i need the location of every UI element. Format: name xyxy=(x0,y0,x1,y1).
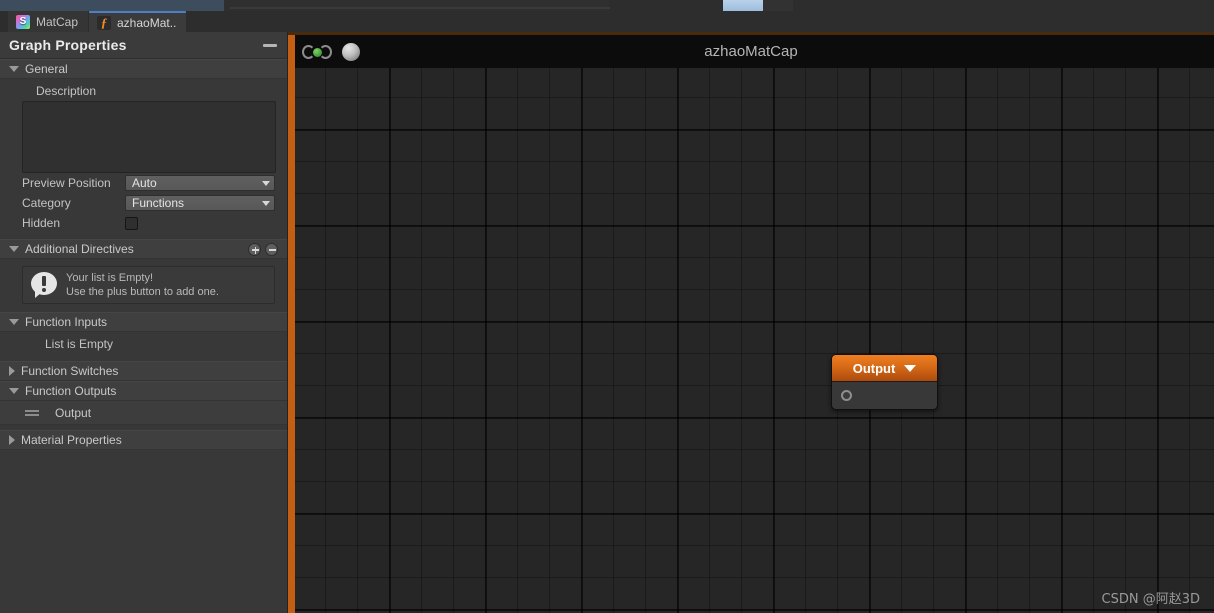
category-row: Category Functions xyxy=(0,193,287,213)
graph-title: azhaoMatCap xyxy=(704,43,798,60)
output-node-body xyxy=(832,382,937,409)
function-output-name: Output xyxy=(55,405,92,420)
warning-bubble-icon xyxy=(31,272,57,298)
output-node[interactable]: Output xyxy=(831,354,938,410)
plus-circle-icon[interactable] xyxy=(248,242,261,256)
background-tab-neighbor[interactable] xyxy=(763,0,793,11)
shadergraph-icon: S xyxy=(16,14,30,29)
description-label: Description xyxy=(36,84,97,98)
section-label-function-inputs: Function Inputs xyxy=(25,315,108,329)
canvas-top-accent-border xyxy=(288,32,1214,35)
preview-sphere-icon[interactable] xyxy=(342,42,360,61)
section-header-material-properties[interactable]: Material Properties xyxy=(0,430,287,450)
subgraph-fx-icon: ƒ xyxy=(97,15,111,30)
chevron-right-icon xyxy=(9,435,15,445)
strip-mid-region xyxy=(224,0,609,11)
preview-position-label: Preview Position xyxy=(22,176,111,190)
page-title: Graph Properties xyxy=(9,37,127,53)
chevron-down-icon xyxy=(9,319,19,325)
minimize-icon[interactable] xyxy=(263,43,277,47)
chevron-down-icon[interactable] xyxy=(904,364,917,372)
graph-properties-panel: Graph Properties General Description Pre… xyxy=(0,32,288,613)
empty-list-hint: Use the plus button to add one. xyxy=(66,286,219,298)
category-value: Functions xyxy=(132,196,185,210)
chevron-down-icon xyxy=(9,388,19,394)
tab-matcap-label: MatCap xyxy=(36,14,79,29)
hidden-label: Hidden xyxy=(22,216,61,230)
chevron-down-icon xyxy=(262,180,270,186)
graph-toolbar xyxy=(288,42,360,61)
refresh-live-icon[interactable] xyxy=(302,43,332,61)
list-item[interactable]: Output xyxy=(0,401,287,425)
shader-subgraph-editor-window: S MatCap ƒ azhaoMat.. Graph Properties G… xyxy=(0,0,1214,613)
section-header-additional-directives[interactable]: Additional Directives xyxy=(0,239,287,259)
hidden-checkbox[interactable] xyxy=(125,216,138,230)
background-selected-tab[interactable] xyxy=(723,0,763,11)
section-label-additional-directives: Additional Directives xyxy=(25,242,134,256)
section-header-function-switches[interactable]: Function Switches xyxy=(0,361,287,381)
editor-tab-bar: S MatCap ƒ azhaoMat.. xyxy=(0,11,1214,32)
strip-left-region xyxy=(0,0,224,11)
graph-canvas[interactable]: azhaoMatCap Output CSDN @阿赵3D xyxy=(288,32,1214,613)
section-label-general: General xyxy=(25,62,68,76)
tab-azhaomatcap-label: azhaoMat.. xyxy=(117,15,177,30)
preview-position-row: Preview Position Auto xyxy=(0,173,287,193)
tab-matcap[interactable]: S MatCap xyxy=(8,11,89,32)
description-input[interactable] xyxy=(22,101,276,173)
drag-handle-icon[interactable] xyxy=(25,408,39,418)
graph-canvas-header: azhaoMatCap xyxy=(288,35,1214,68)
category-label: Category xyxy=(22,196,71,210)
preview-position-dropdown[interactable]: Auto xyxy=(125,175,275,191)
outer-window-strip xyxy=(0,0,1214,11)
category-dropdown[interactable]: Functions xyxy=(125,195,275,211)
chevron-down-icon xyxy=(9,66,19,72)
preview-position-value: Auto xyxy=(132,176,157,190)
input-port-icon[interactable] xyxy=(841,390,852,401)
grid-background xyxy=(288,32,1214,613)
section-label-function-outputs: Function Outputs xyxy=(25,384,117,398)
strip-divider-line xyxy=(230,7,610,9)
panel-title-bar: Graph Properties xyxy=(0,32,287,59)
section-header-function-inputs[interactable]: Function Inputs xyxy=(0,312,287,332)
chevron-down-icon xyxy=(9,246,19,252)
empty-list-notice: Your list is Empty! Use the plus button … xyxy=(22,266,275,304)
minus-circle-icon[interactable] xyxy=(265,242,278,256)
section-header-function-outputs[interactable]: Function Outputs xyxy=(0,381,287,401)
chevron-right-icon xyxy=(9,366,15,376)
output-node-header[interactable]: Output xyxy=(832,355,937,382)
watermark: CSDN @阿赵3D xyxy=(1101,592,1200,607)
empty-list-title: Your list is Empty! xyxy=(66,272,154,284)
tab-azhaomatcap[interactable]: ƒ azhaoMat.. xyxy=(89,11,187,32)
output-node-title: Output xyxy=(852,360,896,376)
canvas-left-accent-border xyxy=(288,35,295,613)
chevron-down-icon xyxy=(262,200,270,206)
function-inputs-empty-text: List is Empty xyxy=(45,337,114,351)
section-header-general[interactable]: General xyxy=(0,59,287,79)
section-label-function-switches: Function Switches xyxy=(21,364,119,378)
hidden-row: Hidden xyxy=(0,213,287,233)
section-label-material-properties: Material Properties xyxy=(21,433,122,447)
